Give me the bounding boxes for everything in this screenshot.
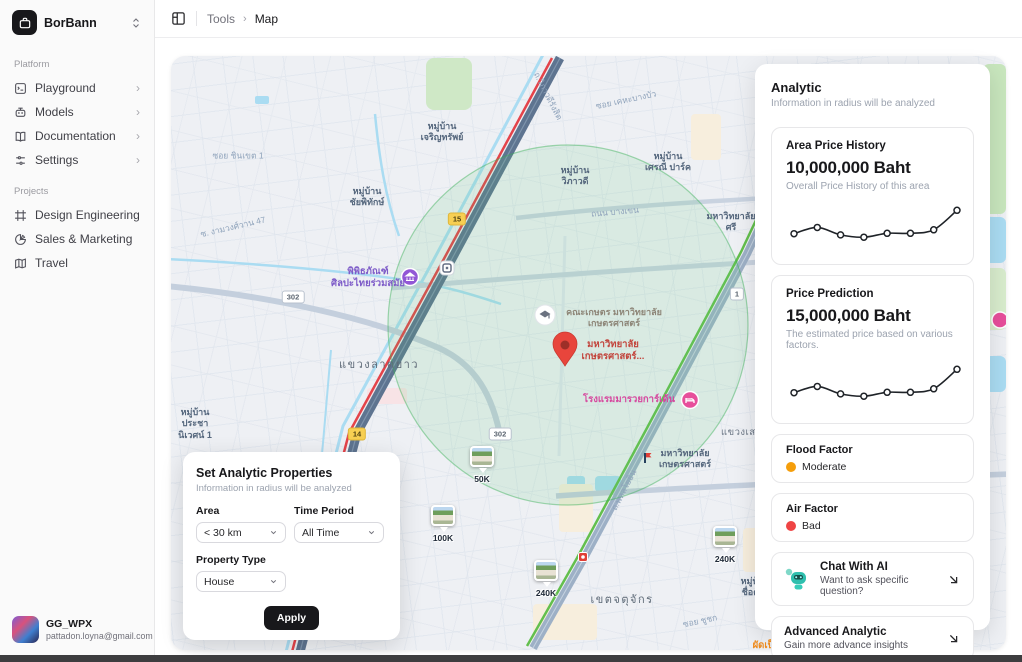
sidebar-item-label: Documentation [35,129,116,143]
sidebar-item-label: Sales & Marketing [35,232,132,246]
property-price-marker[interactable]: 100K [431,505,455,543]
card-description: The estimated price based on various fac… [786,329,959,351]
property-type-select[interactable]: House [196,571,286,592]
avatar [12,616,39,643]
price-prediction-card: Price Prediction 15,000,000 Baht The est… [771,275,974,424]
sidebar-item-label: Models [35,105,74,119]
property-price-marker[interactable]: 50K [470,446,494,484]
status-dot-bad [786,521,796,531]
time-period-value: All Time [302,527,367,539]
price-prediction-chart [786,359,965,411]
breadcrumb: Tools › Map [207,12,278,26]
breadcrumb-page: Map [255,12,278,26]
card-description: Overall Price History of this area [786,181,959,192]
property-price-marker[interactable]: 240K [534,560,558,598]
property-thumbnail[interactable] [470,446,494,467]
sidebar-item-design-engineering[interactable]: Design Engineering [10,203,144,227]
time-period-select[interactable]: All Time [294,522,384,543]
chevron-down-icon [367,528,376,537]
platform-section-label: Platform [14,59,140,70]
breadcrumb-section[interactable]: Tools [207,12,235,26]
chat-with-ai-card[interactable]: Chat With AI Want to ask specific questi… [771,552,974,606]
chevron-right-icon: › [136,82,140,94]
projects-section-label: Projects [14,186,140,197]
sidebar-item-settings[interactable]: Settings › [10,148,144,172]
property-thumbnail[interactable] [431,505,455,526]
air-factor-card: Air Factor Bad [771,493,974,542]
chevron-right-icon: › [136,154,140,166]
chevron-down-icon [269,528,278,537]
property-price-marker[interactable]: 240K [713,526,737,564]
user-name: GG_WPX [46,618,153,631]
price-history-chart [786,200,965,252]
card-title: Area Price History [786,140,959,152]
property-type-value: House [204,576,269,588]
panel-toggle-icon[interactable] [171,11,186,26]
price-prediction-value: 15,000,000 Baht [786,306,959,326]
area-select[interactable]: < 30 km [196,522,286,543]
card-title: Price Prediction [786,288,959,300]
area-label: Area [196,505,286,517]
flood-factor-card: Flood Factor Moderate [771,434,974,483]
panel-title: Analytic [771,80,974,95]
breadcrumb-separator: › [243,13,247,25]
price-history-value: 10,000,000 Baht [786,158,959,178]
props-title: Set Analytic Properties [196,466,387,480]
arrow-down-right-icon [946,572,961,587]
card-title: Chat With AI [820,561,936,573]
robot-icon [784,566,810,592]
area-value: < 30 km [204,527,269,539]
set-analytic-properties-card: Set Analytic Properties Information in r… [183,452,400,640]
sidebar-item-sales-marketing[interactable]: Sales & Marketing [10,227,144,251]
user-menu[interactable]: GG_WPX pattadon.loyna@gmail.com [10,612,144,647]
book-open-icon [14,130,27,143]
pie-chart-icon [14,233,27,246]
status-dot-moderate [786,462,796,472]
props-subtitle: Information in radius will be analyzed [196,483,387,494]
air-status: Bad [802,520,821,532]
sidebar-item-playground[interactable]: Playground › [10,76,144,100]
property-thumbnail[interactable] [713,526,737,547]
arrow-down-right-icon [946,631,961,646]
sidebar: BorBann Platform Playground › Models › Doc… [0,0,155,655]
sidebar-item-label: Playground [35,81,96,95]
window-bottom-bar [0,655,1022,662]
user-email: pattadon.loyna@gmail.com [46,631,153,641]
sidebar-item-label: Design Engineering [35,208,140,222]
team-switcher[interactable]: BorBann [10,8,144,45]
sliders-icon [14,154,27,167]
map-icon [14,257,27,270]
property-thumbnail[interactable] [534,560,558,581]
card-title: Flood Factor [786,444,959,456]
card-description: Gain more advance insights [784,640,936,651]
panel-subtitle: Information in radius will be analyzed [771,98,974,109]
frame-icon [14,209,27,222]
chevron-right-icon: › [136,106,140,118]
sidebar-item-documentation[interactable]: Documentation › [10,124,144,148]
sidebar-item-label: Settings [35,153,78,167]
card-title: Air Factor [786,503,959,515]
briefcase-icon [18,16,32,30]
card-description: Want to ask specific question? [820,575,936,597]
card-title: Advanced Analytic [784,626,936,638]
top-bar: Tools › Map [155,0,1022,38]
chevron-down-icon [269,577,278,586]
chevron-right-icon: › [136,130,140,142]
chevrons-up-down-icon [130,17,142,29]
sidebar-item-models[interactable]: Models › [10,100,144,124]
time-period-label: Time Period [294,505,384,517]
apply-button[interactable]: Apply [264,606,319,630]
divider [196,11,197,26]
app-title: BorBann [44,16,123,30]
area-price-history-card: Area Price History 10,000,000 Baht Overa… [771,127,974,265]
terminal-square-icon [14,82,27,95]
flood-status: Moderate [802,461,846,473]
bot-icon [14,106,27,119]
property-type-label: Property Type [196,554,286,566]
analytic-panel: Analytic Information in radius will be a… [755,64,990,630]
app-logo [12,10,37,35]
sidebar-item-travel[interactable]: Travel [10,251,144,275]
sidebar-item-label: Travel [35,256,68,270]
